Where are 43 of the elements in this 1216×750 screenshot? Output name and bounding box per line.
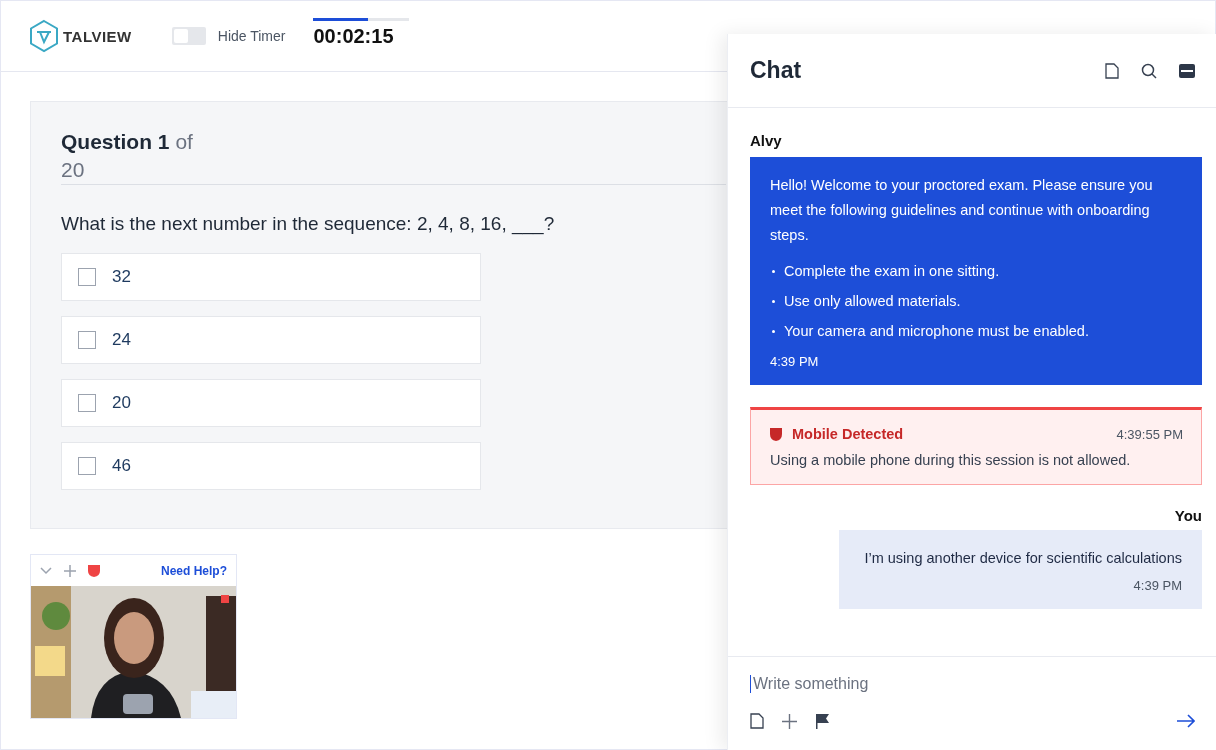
- answer-option[interactable]: 32: [61, 253, 481, 301]
- answer-option[interactable]: 24: [61, 316, 481, 364]
- toggle-switch[interactable]: [171, 27, 206, 45]
- list-item-text: Your camera and microphone must be enabled.: [784, 322, 1089, 341]
- plus-icon[interactable]: [782, 713, 797, 729]
- message-text: I’m using another device for scientific calculations: [864, 550, 1182, 566]
- logo-icon: [29, 19, 59, 53]
- bullet-dot: [772, 269, 775, 273]
- shield-icon: [770, 427, 782, 441]
- question-title: Question 1 of 20: [61, 129, 194, 183]
- checkbox[interactable]: [78, 457, 96, 475]
- plus-icon[interactable]: [64, 564, 76, 577]
- alert-text: Using a mobile phone during this session is not allowed.: [770, 452, 1132, 468]
- help-link[interactable]: Need Help?: [161, 563, 227, 578]
- minimize-icon[interactable]: [1179, 63, 1195, 78]
- answer-option[interactable]: 20: [61, 379, 481, 427]
- list-item-text: Complete the exam in one sitting.: [784, 262, 1000, 281]
- bullet-dot: [772, 299, 775, 303]
- chevron-down-icon[interactable]: [40, 566, 52, 575]
- document-icon[interactable]: [1105, 62, 1119, 79]
- sender-name: Alvy: [750, 132, 783, 149]
- message-text: Hello! Welcome to your proctored exam. Please ensure you meet the following guidelines and continue with onboarding steps.: [770, 176, 1154, 245]
- checkbox[interactable]: [78, 331, 96, 349]
- message-time: 4:39 PM: [1133, 578, 1182, 593]
- question-text: What is the next number in the sequence: 2, 4, 8, 16, ___?: [61, 213, 556, 235]
- sender-name: You: [1173, 507, 1202, 524]
- bullet-dot: [772, 329, 775, 333]
- flag-icon[interactable]: [815, 713, 829, 729]
- shield-icon[interactable]: [88, 564, 100, 577]
- alert-time: 4:39:55 PM: [1116, 426, 1183, 442]
- timer-text: 00:02:15: [313, 25, 395, 48]
- checkbox[interactable]: [78, 268, 96, 286]
- answer-option[interactable]: 46: [61, 442, 481, 490]
- checkbox[interactable]: [78, 394, 96, 412]
- chat-title: Chat: [750, 57, 802, 84]
- alert-title: Mobile Detected: [792, 426, 904, 442]
- message-time: 4:39 PM: [770, 354, 820, 369]
- attach-file-icon[interactable]: [750, 713, 764, 729]
- toggle-label: Hide Timer: [217, 28, 286, 44]
- logo-text: TALVIEW: [63, 27, 132, 45]
- search-icon[interactable]: [1141, 62, 1157, 79]
- list-item-text: Use only allowed materials.: [784, 292, 961, 311]
- send-icon[interactable]: [1177, 714, 1195, 728]
